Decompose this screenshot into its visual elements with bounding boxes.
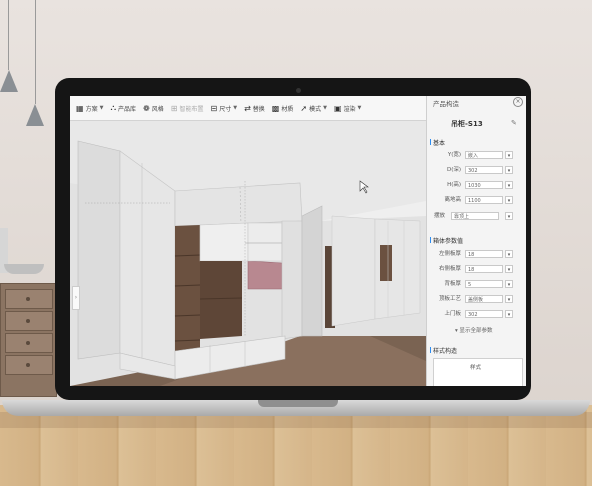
style-icon: ❁ — [143, 103, 150, 113]
chevron-down-icon: ▼ — [323, 105, 327, 111]
param-row: 左侧板厚 18 ▾ — [431, 250, 523, 259]
param-input[interactable]: 盖侧板 — [465, 295, 503, 303]
chevron-down-icon[interactable]: ▾ — [505, 295, 513, 303]
param-row: 离地高 1100 ▾ — [431, 196, 523, 205]
param-input[interactable]: 18 — [465, 265, 503, 273]
section-board: 箱体参数值 — [429, 237, 464, 245]
room-render — [70, 121, 426, 386]
param-input[interactable]: 302 — [465, 310, 503, 318]
toolbar-product-library-button[interactable]: ⛬ 产品库 — [110, 103, 136, 113]
panel-title: 产品构造 — [433, 100, 459, 108]
toolbar-scheme-button[interactable]: ▦ 方案 ▼ — [76, 104, 103, 113]
section-basic: 基本 — [429, 139, 446, 147]
show-all-params-link[interactable]: ▾ 显示全部参数 — [455, 326, 493, 334]
edit-icon[interactable]: ✎ — [511, 119, 517, 127]
section-style: 样式构造 — [429, 347, 458, 355]
chevron-down-icon[interactable]: ▾ — [505, 310, 513, 318]
pendant-lamp-icon — [26, 104, 44, 126]
dresser-drawer — [5, 289, 53, 309]
app-screen: ▦ 方案 ▼ ⛬ 产品库 ❁ 风格 ⊞ 智能布置 ⊟ 尺寸 ▼ ⇄ 替换 ▩ 材质 ➚ 模式 ▼ ▣ 渲… — [70, 96, 526, 386]
render-icon: ▣ — [333, 103, 342, 113]
param-input[interactable]: 5 — [465, 280, 503, 288]
pendant-cord — [8, 0, 9, 70]
product-name: 吊柜-S13 — [451, 120, 483, 128]
3d-viewport[interactable]: › — [70, 121, 426, 386]
material-icon: ▩ — [271, 103, 280, 113]
toolbar-mode-button[interactable]: ➚ 模式 ▼ — [300, 104, 327, 113]
param-input[interactable]: 嵌入 — [465, 151, 503, 159]
product-library-icon: ⛬ — [110, 103, 117, 112]
collapse-handle[interactable]: › — [72, 286, 80, 310]
toolbar-dimension-button[interactable]: ⊟ 尺寸 ▼ — [211, 104, 238, 113]
param-row: Y(宽) 嵌入 ▾ — [431, 151, 523, 160]
dresser-drawer — [5, 333, 53, 353]
param-row: 背板厚 5 ▾ — [431, 280, 523, 289]
product-structure-panel: 产品构造 × 吊柜-S13 ✎ 基本 Y(宽) 嵌入 ▾ D(深) 302 ▾ H(高)… — [426, 96, 526, 386]
param-input[interactable]: 18 — [465, 250, 503, 258]
toolbar-material-button[interactable]: ▩ 材质 — [272, 104, 294, 113]
scheme-icon: ▦ — [76, 103, 84, 113]
chevron-down-icon[interactable]: ▾ — [505, 151, 513, 159]
pendant-cord — [35, 0, 36, 104]
chevron-down-icon[interactable]: ▾ — [505, 250, 513, 258]
position-select[interactable]: 靠顶上 — [451, 212, 499, 220]
dresser-drawer — [5, 311, 53, 331]
position-row: 摆放 靠顶上 ▾ — [431, 212, 523, 221]
toolbar-smart-layout-button[interactable]: ⊞ 智能布置 — [171, 104, 204, 113]
param-row: 右侧板厚 18 ▾ — [431, 265, 523, 274]
dimension-icon: ⊟ — [210, 103, 218, 113]
bowl — [4, 264, 44, 274]
mode-icon: ➚ — [300, 103, 308, 113]
chevron-down-icon[interactable]: ▾ — [505, 280, 513, 288]
replace-icon: ⇄ — [244, 103, 251, 113]
param-row: H(高) 1030 ▾ — [431, 181, 523, 190]
laptop-notch — [258, 400, 338, 407]
chevron-down-icon: ▼ — [233, 105, 238, 111]
toolbar-replace-button[interactable]: ⇄ 替换 — [244, 104, 265, 113]
chevron-down-icon[interactable]: ▾ — [505, 212, 513, 220]
param-row: 顶板工艺 盖侧板 ▾ — [431, 295, 523, 304]
param-input[interactable]: 1030 — [465, 181, 503, 189]
param-row: D(深) 302 ▾ — [431, 166, 523, 175]
chevron-down-icon[interactable]: ▾ — [505, 166, 513, 174]
param-input[interactable]: 302 — [465, 166, 503, 174]
chevron-down-icon[interactable]: ▾ — [505, 265, 513, 273]
param-input[interactable]: 1100 — [465, 196, 503, 204]
chevron-down-icon[interactable]: ▾ — [505, 196, 513, 204]
chevron-down-icon: ▼ — [99, 105, 104, 111]
pendant-lamp-icon — [0, 70, 18, 92]
style-preview[interactable]: 样式 — [433, 358, 523, 386]
dresser — [0, 283, 57, 397]
toolbar-style-button[interactable]: ❁ 风格 — [143, 104, 164, 113]
param-row: 上门板 302 ▾ — [431, 310, 523, 319]
chevron-down-icon: ▼ — [357, 105, 362, 111]
photo-scene: ▦ 方案 ▼ ⛬ 产品库 ❁ 风格 ⊞ 智能布置 ⊟ 尺寸 ▼ ⇄ 替换 ▩ 材质 ➚ 模式 ▼ ▣ 渲… — [0, 0, 592, 486]
main-toolbar: ▦ 方案 ▼ ⛬ 产品库 ❁ 风格 ⊞ 智能布置 ⊟ 尺寸 ▼ ⇄ 替换 ▩ 材质 ➚ 模式 ▼ ▣ 渲… — [70, 96, 432, 121]
close-icon[interactable]: × — [513, 97, 523, 107]
smart-layout-icon: ⊞ — [170, 103, 178, 113]
webcam-icon — [296, 88, 301, 93]
toolbar-render-button[interactable]: ▣ 渲染 ▼ — [334, 104, 361, 113]
chevron-down-icon[interactable]: ▾ — [505, 181, 513, 189]
dresser-drawer — [5, 355, 53, 375]
